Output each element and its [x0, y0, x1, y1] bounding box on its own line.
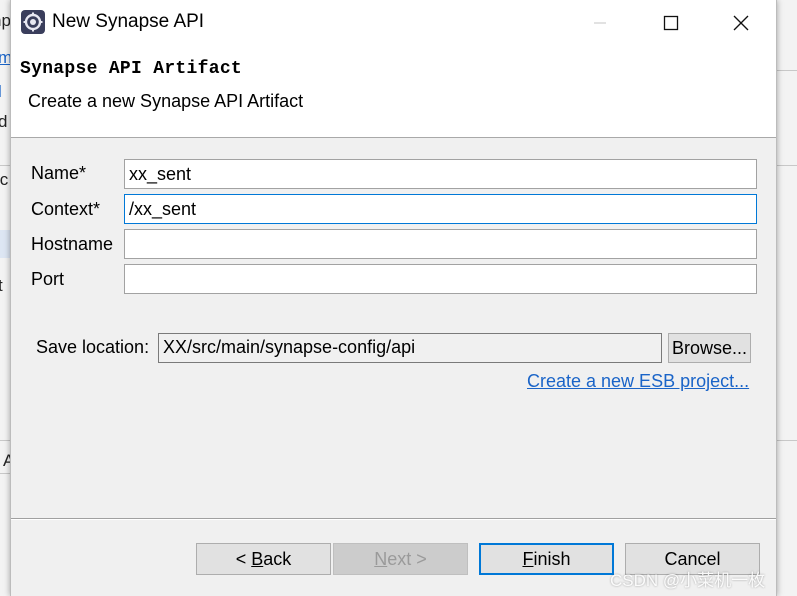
- minimize-icon: [594, 22, 606, 23]
- back-button-mnemonic: B: [251, 548, 264, 569]
- finish-button-label: inish: [533, 548, 571, 569]
- minimize-button[interactable]: [577, 0, 623, 45]
- back-button-label: ack: [263, 548, 292, 569]
- background-text-fragment: ic: [0, 170, 9, 189]
- context-input[interactable]: [124, 194, 757, 224]
- port-label: Port: [31, 269, 65, 289]
- back-button[interactable]: < Back: [196, 543, 331, 575]
- close-icon: [733, 15, 749, 30]
- hostname-label: Hostname: [31, 234, 114, 254]
- dialog-title: New Synapse API: [52, 11, 205, 32]
- background-divider: [0, 473, 10, 474]
- wizard-description: Create a new Synapse API Artifact: [28, 91, 304, 111]
- browse-button[interactable]: Browse...: [668, 333, 751, 363]
- background-text-fragment: l: [0, 82, 2, 102]
- maximize-icon: [663, 15, 679, 30]
- context-label: Context*: [31, 199, 101, 219]
- next-button-label: ext >: [387, 548, 427, 569]
- port-input[interactable]: [124, 264, 757, 294]
- finish-button[interactable]: Finish: [479, 543, 614, 575]
- save-location-field: XX/src/main/synapse-config/api: [158, 333, 662, 363]
- csdn-watermark: CSDN @小菜机一枚: [610, 571, 766, 590]
- finish-button-mnemonic: F: [522, 548, 534, 569]
- next-button[interactable]: Next >: [333, 543, 468, 575]
- background-divider: [777, 165, 797, 166]
- background-divider: [0, 440, 10, 441]
- wizard-title: Synapse API Artifact: [20, 59, 243, 79]
- background-divider: [777, 70, 797, 71]
- next-button-mnemonic: N: [374, 548, 388, 569]
- background-text-fragment: d: [0, 112, 8, 131]
- button-bar-divider-highlight: [11, 519, 776, 520]
- background-highlight: [0, 230, 10, 258]
- background-divider: [777, 440, 797, 441]
- name-label: Name*: [31, 163, 87, 183]
- create-esb-project-link[interactable]: Create a new ESB project...: [527, 371, 749, 392]
- background-divider: [0, 165, 10, 166]
- eclipse-app-icon: [21, 10, 45, 34]
- save-location-label: Save location:: [36, 337, 150, 357]
- maximize-button[interactable]: [648, 0, 694, 45]
- close-button[interactable]: [718, 0, 764, 45]
- back-button-prefix: <: [235, 548, 252, 569]
- hostname-input[interactable]: [124, 229, 757, 259]
- new-synapse-api-dialog: New Synapse API Synapse API Artifact Cre…: [10, 0, 777, 596]
- wizard-header: Synapse API Artifact Create a new Synaps…: [11, 45, 776, 138]
- background-text-fragment: t: [0, 276, 3, 295]
- dialog-titlebar[interactable]: New Synapse API: [11, 0, 776, 45]
- name-input[interactable]: [124, 159, 757, 189]
